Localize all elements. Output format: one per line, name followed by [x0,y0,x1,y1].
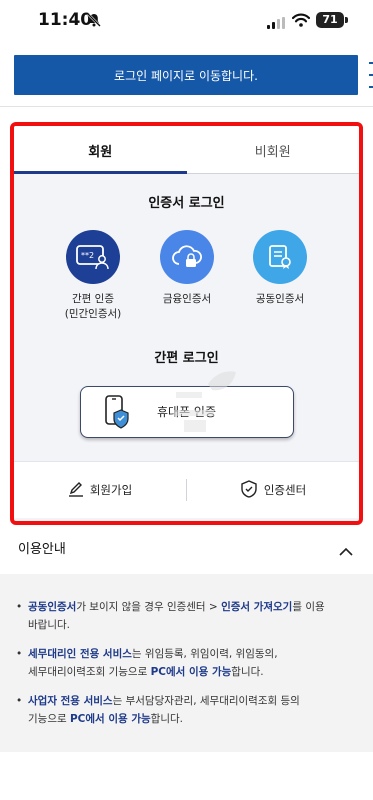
svg-text:**2: **2 [81,251,94,260]
usage-guide-title: 이용안내 [18,542,66,557]
chevron-up-icon[interactable] [338,542,354,561]
cert-center-label: 인증센터 [263,483,307,497]
divider [0,106,373,107]
usage-list: 공동인증서가 보이지 않을 경우 인증센터 > 인증서 가져오기를 이용바랍니다… [16,598,346,739]
certificate-login-title: 인증서 로그인 [148,196,225,211]
login-panel: 회원 비회원 인증서 로그인 **2 간편 인증 (민간인증서) 금융인증서 공동… [10,122,363,525]
cellular-signal-icon [267,14,287,33]
cert-center-link[interactable]: 인증센터 [187,479,359,501]
phone-shield-icon [103,394,133,434]
status-time: 11:40 [38,10,93,30]
banner-text: 로그인 페이지로 이동합니다. [114,68,258,83]
joint-cert-label: 공동인증서 [255,293,305,305]
list-item: 공동인증서가 보이지 않을 경우 인증센터 > 인증서 가져오기를 이용바랍니다… [16,598,346,634]
status-bar: 11:40 71 [0,0,373,44]
silent-bell-icon [86,12,102,32]
cloud-lock-icon [160,230,214,284]
certificate-icon [253,230,307,284]
battery-icon: 71 [316,12,344,28]
joint-cert-option[interactable]: 공동인증서 [232,230,328,307]
watermark-icon [164,362,244,441]
signup-link[interactable]: 회원가입 [14,481,186,500]
financial-cert-option[interactable]: 금융인증서 [139,230,235,307]
simple-auth-option[interactable]: **2 간편 인증 (민간인증서) [45,230,141,322]
tab-non-member[interactable]: 비회원 [186,126,360,174]
usage-guide-content: 공동인증서가 보이지 않을 경우 인증센터 > 인증서 가져오기를 이용바랍니다… [0,574,373,752]
battery-tip [345,17,348,23]
pencil-icon [68,481,84,500]
redirect-banner: 로그인 페이지로 이동합니다. [14,55,358,95]
bottom-links: 회원가입 인증센터 [14,461,359,518]
signup-label: 회원가입 [89,483,133,497]
financial-cert-label: 금융인증서 [162,293,212,305]
simple-auth-label-1: 간편 인증 [72,293,114,305]
shield-check-icon [240,479,258,501]
wifi-icon [291,12,311,31]
simple-auth-label-2: (민간인증서) [64,308,122,320]
menu-icon[interactable] [369,62,373,88]
usage-guide-header[interactable]: 이용안내 [0,530,373,566]
list-item: 사업자 전용 서비스는 부서담당자관리, 세무대리이력조회 등의기능으로 PC에… [16,692,346,728]
list-item: 세무대리인 전용 서비스는 위임등록, 위임이력, 위임동의,세무대리이력조회 … [16,645,346,681]
id-card-icon: **2 [66,230,120,284]
tab-member[interactable]: 회원 [14,126,187,174]
member-tabs: 회원 비회원 [14,126,359,174]
